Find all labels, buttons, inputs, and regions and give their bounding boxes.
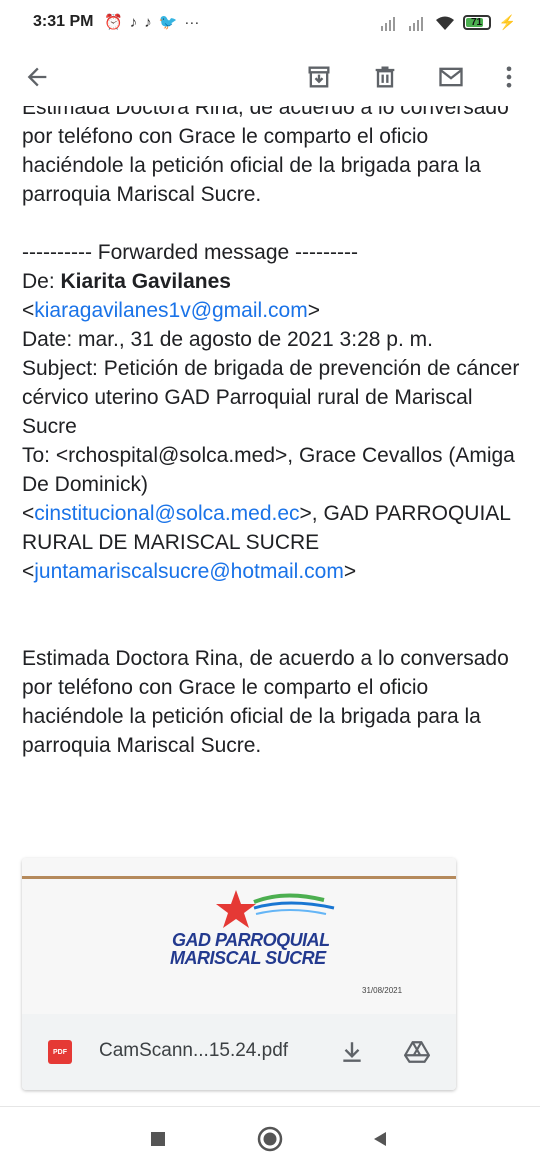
signal-icon — [380, 16, 395, 31]
back-arrow-icon — [27, 67, 47, 87]
recipient-email-link[interactable]: cinstitucional@solca.med.ec — [34, 502, 299, 525]
wifi-icon — [435, 16, 454, 30]
tiktok-icon: ♪ — [144, 14, 152, 31]
date-line: Date: mar., 31 de agosto de 2021 3:28 p.… — [22, 328, 433, 351]
document-header-line — [22, 876, 456, 879]
status-bar: 3:31 PM ⏰ ♪ ♪ 🐦 ··· 71 ⚡ — [0, 0, 540, 48]
drive-icon — [404, 1041, 430, 1063]
back-button[interactable] — [18, 58, 56, 96]
tiktok-icon: ♪ — [129, 14, 138, 31]
archive-icon — [308, 66, 330, 88]
attachment-filename[interactable]: CamScann...15.24.pdf — [99, 1040, 288, 1062]
signal-icon — [408, 16, 423, 31]
trash-icon — [375, 66, 395, 88]
to-line: To: <rchospital@solca.med>, Grace Cevall… — [22, 444, 515, 583]
delete-button[interactable] — [366, 58, 404, 96]
preview-org-name: MARISCAL SUCRE — [170, 948, 326, 968]
home-button[interactable] — [254, 1123, 286, 1155]
recents-button[interactable] — [142, 1123, 174, 1155]
recents-icon — [151, 1132, 165, 1146]
home-icon — [257, 1126, 283, 1152]
save-to-drive-button[interactable] — [399, 1034, 435, 1070]
attachment-preview[interactable]: GAD PARROQUIAL MARISCAL SUCRE 31/08/2021 — [22, 858, 456, 1014]
sender-name: Kiarita Gavilanes — [60, 270, 231, 293]
more-dots-icon: ··· — [184, 14, 200, 31]
download-icon — [343, 1042, 361, 1062]
gad-logo — [216, 890, 335, 928]
message-paragraph: Estimada Doctora Rina, de acuerdo a lo c… — [22, 106, 509, 206]
twitter-icon: 🐦 — [158, 14, 178, 31]
charging-icon: ⚡ — [498, 14, 516, 30]
alarm-icon: ⏰ — [104, 14, 123, 31]
preview-date: 31/08/2021 — [362, 986, 403, 995]
overflow-menu-button[interactable] — [490, 58, 528, 96]
battery-icon: 71 — [462, 15, 491, 30]
pdf-icon: PDF — [48, 1040, 72, 1064]
download-button[interactable] — [334, 1034, 370, 1070]
from-line: De: Kiarita Gavilanes — [22, 270, 231, 293]
email-body: Estimada Doctora Rina, de acuerdo a lo c… — [22, 106, 522, 760]
system-nav-bar — [0, 1106, 540, 1171]
subject-line: Subject: Petición de brigada de prevenci… — [22, 357, 520, 438]
attachment-card[interactable]: GAD PARROQUIAL MARISCAL SUCRE 31/08/2021… — [22, 858, 456, 1090]
message-paragraph: Estimada Doctora Rina, de acuerdo a lo c… — [22, 647, 509, 757]
from-email-line: <kiaragavilanes1v@gmail.com> — [22, 299, 320, 322]
email-toolbar — [0, 48, 540, 106]
back-triangle-icon — [374, 1132, 386, 1146]
recipient-email-link[interactable]: juntamariscalsucre@hotmail.com — [34, 560, 344, 583]
email-content: Estimada Doctora Rina, de acuerdo a lo c… — [0, 106, 540, 1106]
more-vert-icon — [506, 66, 512, 88]
mail-icon — [439, 67, 463, 87]
archive-button[interactable] — [300, 58, 338, 96]
back-nav-button[interactable] — [364, 1123, 396, 1155]
forward-header: ---------- Forwarded message --------- — [22, 241, 358, 264]
status-time: 3:31 PM — [33, 13, 94, 30]
mark-unread-button[interactable] — [432, 58, 470, 96]
attachment-file-bar: PDF CamScann...15.24.pdf — [22, 1014, 456, 1090]
notification-icons: ⏰ ♪ ♪ 🐦 ··· — [104, 13, 199, 33]
sender-email-link[interactable]: kiaragavilanes1v@gmail.com — [34, 299, 307, 322]
